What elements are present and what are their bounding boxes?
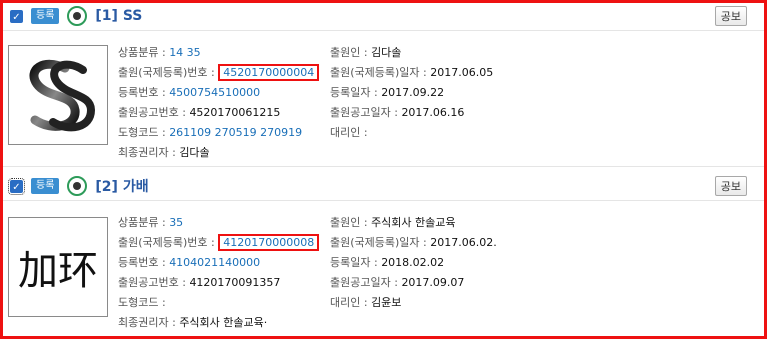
field-application-date: 출원(국제등록)일자 : 2017.06.02.: [330, 236, 497, 249]
record-2-title[interactable]: [2] 가배: [95, 176, 148, 196]
class-link[interactable]: 35: [169, 216, 183, 229]
record-1-title[interactable]: [1] SS: [95, 8, 142, 24]
gongbo-button[interactable]: 공보: [714, 6, 747, 26]
status-badge: 등록: [31, 8, 60, 24]
field-publication-date: 출원공고일자 : 2017.09.07: [330, 276, 465, 289]
design-code-link[interactable]: 261109 270519 270919: [169, 126, 302, 139]
gongbo-button[interactable]: 공보: [714, 176, 747, 196]
field-design-code: 도형코드 :: [118, 296, 166, 309]
field-final-owner: 최종권리자 : 김다솔: [118, 146, 210, 159]
application-number-link[interactable]: 4120170000008: [218, 234, 320, 251]
record-2-checkbox[interactable]: ✓: [8, 177, 25, 195]
field-application-number: 출원(국제등록)번호 : 4520170000004: [118, 64, 320, 81]
application-number-link[interactable]: 4520170000004: [218, 64, 320, 81]
registration-number-link[interactable]: 4500754510000: [169, 86, 260, 99]
field-application-date: 출원(국제등록)일자 : 2017.06.05: [330, 66, 494, 79]
record-2-thumbnail[interactable]: 加环: [8, 217, 108, 317]
field-registration-number: 등록번호 : 4104021140000: [118, 256, 261, 269]
field-class: 상품분류 : 35: [118, 216, 184, 229]
ss-logo-icon: [29, 59, 96, 132]
status-badge: 등록: [31, 178, 60, 194]
field-agent: 대리인 :: [330, 126, 368, 139]
record-2-header: ✓ 등록 [2] 가배 공보: [8, 174, 757, 198]
field-application-number: 출원(국제등록)번호 : 4120170000008: [118, 234, 320, 251]
divider: [3, 30, 764, 31]
field-publication-date: 출원공고일자 : 2017.06.16: [330, 106, 465, 119]
field-agent: 대리인 : 김윤보: [330, 296, 402, 309]
field-applicant: 출원인 : 주식회사 한솔교육: [330, 216, 456, 229]
class-link[interactable]: 14 35: [169, 46, 201, 59]
record-1-thumbnail[interactable]: [8, 45, 108, 145]
field-design-code: 도형코드 : 261109 270519 270919: [118, 126, 303, 139]
record-divider: [3, 166, 764, 167]
field-publication-number: 출원공고번호 : 4120170091357: [118, 276, 281, 289]
record-1-header: ✓ 등록 [1] SS 공보: [10, 4, 757, 28]
medal-icon: [67, 6, 88, 26]
field-registration-number: 등록번호 : 4500754510000: [118, 86, 261, 99]
field-final-owner: 최종권리자 : 주식회사 한솔교육·: [118, 316, 268, 329]
field-class: 상품분류 : 14 35: [118, 46, 201, 59]
field-registration-date: 등록일자 : 2018.02.02: [330, 256, 445, 269]
divider: [3, 200, 764, 201]
trademark-text: 加环: [18, 248, 98, 294]
field-publication-number: 출원공고번호 : 4520170061215: [118, 106, 281, 119]
record-1-checkbox[interactable]: ✓: [10, 9, 23, 23]
medal-icon: [67, 176, 88, 196]
registration-number-link[interactable]: 4104021140000: [169, 256, 260, 269]
field-registration-date: 등록일자 : 2017.09.22: [330, 86, 445, 99]
field-applicant: 출원인 : 김다솔: [330, 46, 402, 59]
